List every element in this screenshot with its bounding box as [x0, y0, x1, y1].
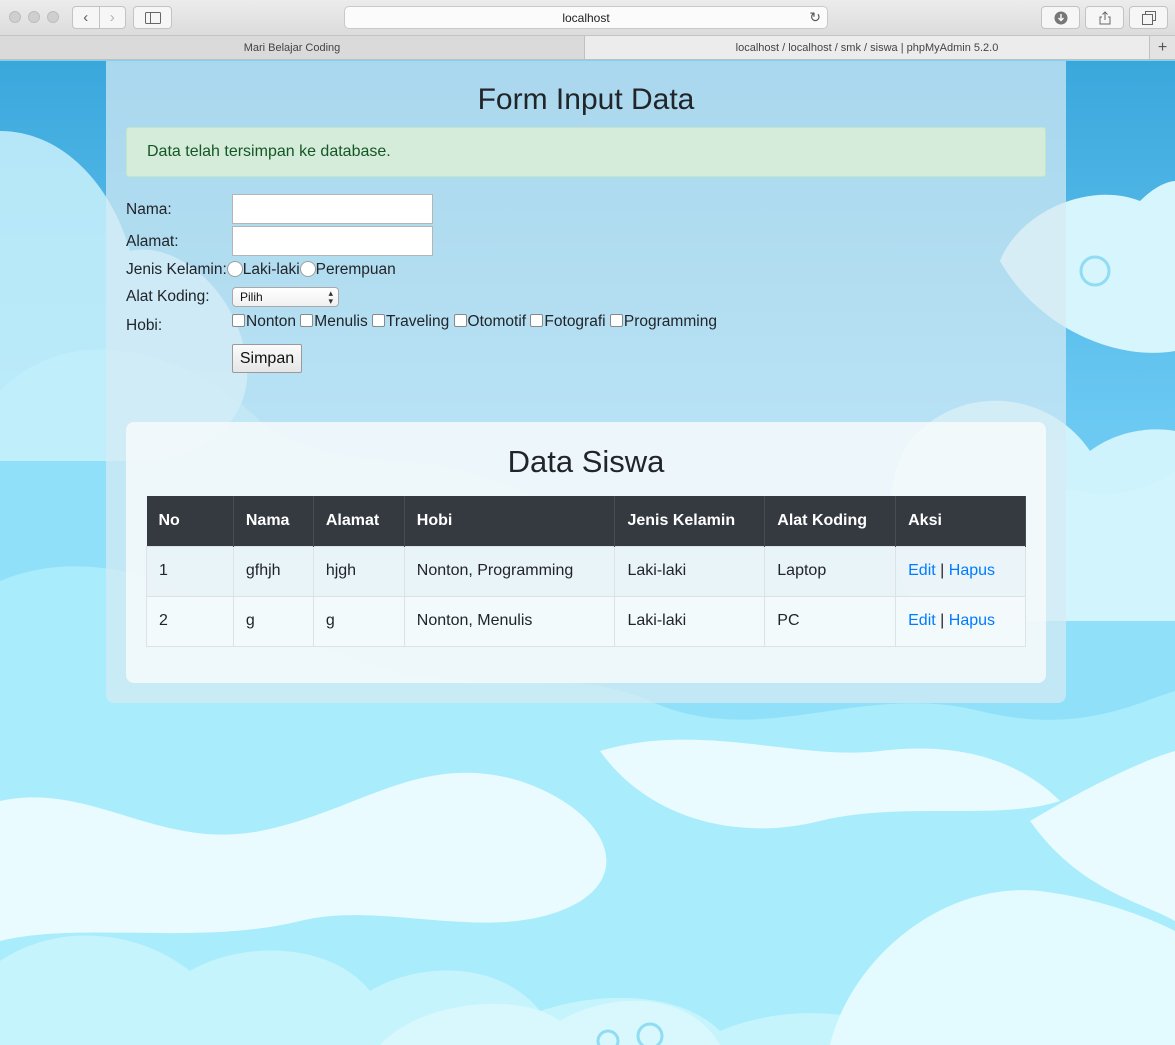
- hobi-checkbox-otomotif[interactable]: [453, 314, 467, 327]
- cell-alat-koding: PC: [764, 595, 897, 647]
- column-header: Alamat: [313, 496, 405, 546]
- back-icon[interactable]: ‹: [73, 7, 99, 28]
- tab-mari-belajar-coding[interactable]: Mari Belajar Coding: [0, 36, 585, 59]
- cell-alamat: g: [312, 595, 405, 647]
- new-tab-button[interactable]: +: [1149, 36, 1175, 59]
- forward-icon[interactable]: ›: [98, 7, 126, 28]
- cell-no: 1: [146, 545, 234, 597]
- cell-nama: gfhjh: [232, 545, 314, 597]
- reload-icon[interactable]: ↻: [809, 9, 821, 26]
- laki-laki-option-label: Laki-laki: [242, 261, 300, 278]
- cell-aksi: Edit | Hapus: [895, 595, 1026, 647]
- hobi-option-label: Traveling: [386, 313, 450, 330]
- select-arrows-icon: ▴ ▾: [328, 288, 333, 306]
- hobi-label: Hobi:: [126, 317, 163, 334]
- hobi-checkbox-menulis[interactable]: [300, 314, 314, 327]
- hapus-link[interactable]: Hapus: [949, 612, 995, 629]
- column-header: Alat Koding: [764, 496, 897, 546]
- tab-label: localhost / localhost / smk / siswa | ph…: [735, 41, 999, 54]
- edit-link[interactable]: Edit: [908, 612, 936, 629]
- column-header: Aksi: [895, 496, 1026, 546]
- perempuan-option-label: Perempuan: [315, 261, 396, 278]
- minimize-window-icon[interactable]: [28, 11, 40, 23]
- cell-nama: g: [232, 595, 314, 647]
- cell-hobi: Nonton, Programming: [403, 545, 616, 597]
- address-bar[interactable]: localhost ↻: [344, 6, 828, 29]
- nama-input[interactable]: [232, 194, 433, 224]
- table-row: 1 gfhjh hjgh Nonton, Programming Laki-la…: [146, 545, 1026, 597]
- column-header: No: [146, 496, 234, 546]
- laki-laki-radio[interactable]: [226, 261, 243, 277]
- hobi-checkbox-programming[interactable]: [609, 314, 623, 327]
- perempuan-radio[interactable]: [299, 261, 316, 277]
- zoom-window-icon[interactable]: [47, 11, 59, 23]
- page-content: Form Input Data Data telah tersimpan ke …: [0, 61, 1175, 1045]
- hobi-checkbox-fotografi[interactable]: [530, 314, 544, 327]
- hobi-checkbox-nonton[interactable]: [232, 314, 245, 327]
- share-icon[interactable]: [1085, 6, 1124, 29]
- form-container: Form Input Data Data telah tersimpan ke …: [106, 61, 1066, 703]
- cell-jenis-kelamin: Laki-laki: [614, 595, 766, 647]
- success-alert: Data telah tersimpan ke database.: [126, 127, 1046, 177]
- table-header-row: No Nama Alamat Hobi Jenis Kelamin Alat K…: [146, 496, 1026, 546]
- form-title: Form Input Data: [477, 83, 695, 116]
- nama-label: Nama:: [126, 201, 172, 218]
- hobi-option-label: Otomotif: [467, 313, 527, 330]
- hobi-option-label: Fotografi: [544, 313, 606, 330]
- url-text: localhost: [562, 11, 610, 25]
- cell-alamat: hjgh: [312, 545, 405, 597]
- cell-alat-koding: Laptop: [764, 545, 897, 597]
- data-siswa-card: Data Siswa No Nama Alamat Hobi Jenis Kel…: [126, 422, 1046, 683]
- data-siswa-title: Data Siswa: [507, 444, 665, 479]
- tab-overview-icon[interactable]: [1129, 6, 1168, 29]
- alamat-input[interactable]: [232, 226, 433, 256]
- cell-hobi: Nonton, Menulis: [403, 595, 616, 647]
- table-row: 2 g g Nonton, Menulis Laki-laki PC Edit …: [146, 595, 1026, 647]
- history-nav: ‹ ›: [72, 6, 126, 29]
- jenis-kelamin-label: Jenis Kelamin:: [126, 261, 227, 278]
- hobi-option-label: Menulis: [314, 313, 368, 330]
- hobi-options: Nonton Menulis Traveling Otomotif Fotogr…: [232, 313, 717, 331]
- hobi-checkbox-traveling[interactable]: [372, 314, 386, 327]
- hobi-option-label: Nonton: [246, 313, 296, 330]
- alat-koding-select[interactable]: Pilih ▴ ▾: [232, 287, 339, 307]
- alat-koding-label: Alat Koding:: [126, 288, 210, 305]
- column-header: Hobi: [404, 496, 616, 546]
- cell-jenis-kelamin: Laki-laki: [614, 545, 766, 597]
- tab-label: Mari Belajar Coding: [243, 41, 341, 54]
- tab-phpmyadmin[interactable]: localhost / localhost / smk / siswa | ph…: [585, 36, 1149, 59]
- column-header: Jenis Kelamin: [614, 496, 766, 546]
- jenis-kelamin-row: Jenis Kelamin: Laki-laki Perempuan: [126, 261, 396, 279]
- action-separator: |: [940, 562, 945, 579]
- close-window-icon[interactable]: [9, 11, 21, 23]
- cell-aksi: Edit | Hapus: [895, 545, 1026, 597]
- browser-toolbar: ‹ › localhost ↻: [0, 0, 1175, 36]
- data-siswa-table: No Nama Alamat Hobi Jenis Kelamin Alat K…: [146, 496, 1026, 647]
- sidebar-toggle-icon[interactable]: [133, 6, 172, 29]
- simpan-button[interactable]: Simpan: [232, 344, 302, 373]
- column-header: Nama: [233, 496, 314, 546]
- alamat-label: Alamat:: [126, 233, 179, 250]
- tab-bar: Mari Belajar Coding localhost / localhos…: [0, 36, 1175, 60]
- downloads-icon[interactable]: [1041, 6, 1080, 29]
- cell-no: 2: [146, 595, 234, 647]
- alat-koding-selected: Pilih: [240, 290, 263, 304]
- action-separator: |: [940, 612, 945, 629]
- edit-link[interactable]: Edit: [908, 562, 936, 579]
- hapus-link[interactable]: Hapus: [949, 562, 995, 579]
- hobi-option-label: Programming: [623, 313, 717, 330]
